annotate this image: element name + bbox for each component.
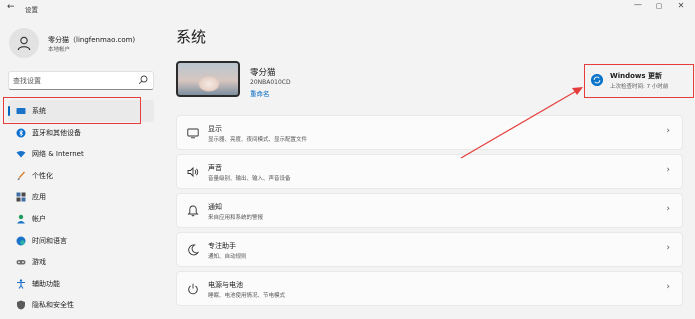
update-title: Windows 更新 <box>610 72 662 80</box>
sidebar-item-network[interactable]: 网络 & Internet <box>8 143 154 165</box>
setting-description: 来自应用和系统的警报 <box>208 215 264 221</box>
chevron-right-icon: › <box>666 165 670 175</box>
settings-list: 显示 显示器、亮度、夜间模式、显示配置文件 › 声音 音量级别、输出、输入、声音… <box>176 115 683 310</box>
rename-link[interactable]: 重命名 <box>250 88 270 98</box>
sidebar-item-label: 应用 <box>32 193 46 202</box>
sidebar-item-label: 蓝牙和其他设备 <box>32 128 81 137</box>
bluetooth-icon <box>16 128 26 138</box>
sidebar-item-label: 辅助功能 <box>32 279 60 288</box>
setting-display[interactable]: 显示 显示器、亮度、夜间模式、显示配置文件 › <box>176 115 683 150</box>
sidebar-item-privacy[interactable]: 隐私和安全性 <box>8 294 154 316</box>
windows-update-card[interactable]: Windows 更新 上次检查时间: 7 小时前 <box>584 64 694 98</box>
user-profile[interactable]: 零分猫（lingfenmao.com) 本地帐户 <box>9 28 159 62</box>
setting-title: 专注助手 <box>208 242 236 250</box>
chevron-right-icon: › <box>666 126 670 136</box>
maximize-button[interactable]: ▢ <box>652 2 666 10</box>
accessibility-icon <box>17 279 25 289</box>
network-icon <box>16 151 26 158</box>
sync-icon <box>591 74 603 86</box>
sidebar-item-gaming[interactable]: 游戏 <box>8 251 154 273</box>
setting-focus-assist[interactable]: 专注助手 通知、自动规则 › <box>176 232 683 267</box>
sidebar-item-apps[interactable]: 应用 <box>8 186 154 208</box>
bell-icon <box>187 205 199 217</box>
setting-title: 显示 <box>208 125 222 133</box>
setting-sound[interactable]: 声音 音量级别、输出、输入、声音设备 › <box>176 154 683 189</box>
brush-icon <box>17 171 26 180</box>
sidebar-nav: 系统 蓝牙和其他设备 网络 & Internet 个性化 应用 帐户 时间和语言… <box>8 100 158 316</box>
shield-icon <box>17 300 25 310</box>
sidebar-item-time-language[interactable]: 时间和语言 <box>8 230 154 252</box>
search-icon[interactable] <box>137 74 149 86</box>
search-input[interactable]: 查找设置 <box>8 71 154 90</box>
person-avatar-icon <box>17 36 31 51</box>
device-name: 零分猫 <box>250 68 276 78</box>
chevron-right-icon: › <box>666 282 670 292</box>
moon-icon <box>188 244 199 256</box>
close-button[interactable]: ✕ <box>674 1 688 10</box>
sidebar-item-accessibility[interactable]: 辅助功能 <box>8 273 154 295</box>
setting-title: 通知 <box>208 203 222 211</box>
sidebar-item-personalization[interactable]: 个性化 <box>8 165 154 187</box>
setting-power-battery[interactable]: 电源与电池 睡眠、电池使用情况、节电模式 › <box>176 271 683 306</box>
avatar[interactable] <box>9 28 39 58</box>
sidebar-item-bluetooth[interactable]: 蓝牙和其他设备 <box>8 122 154 144</box>
apps-icon <box>16 192 26 202</box>
power-icon <box>188 283 198 295</box>
sidebar-item-label: 时间和语言 <box>32 236 67 245</box>
minimize-button[interactable]: — <box>631 0 645 9</box>
back-arrow-icon[interactable]: ← <box>7 2 15 12</box>
setting-description: 睡眠、电池使用情况、节电模式 <box>208 293 286 299</box>
display-icon <box>187 128 199 139</box>
sidebar-item-label: 隐私和安全性 <box>32 301 74 310</box>
chevron-right-icon: › <box>666 204 670 214</box>
globe-clock-icon <box>16 236 26 246</box>
setting-description: 通知、自动规则 <box>208 254 247 260</box>
profile-account-type: 本地帐户 <box>48 47 71 53</box>
device-wallpaper <box>178 63 238 95</box>
sidebar-item-accounts[interactable]: 帐户 <box>8 208 154 230</box>
setting-notifications[interactable]: 通知 来自应用和系统的警报 › <box>176 193 683 228</box>
search-placeholder: 查找设置 <box>13 77 41 85</box>
chevron-right-icon: › <box>666 243 670 253</box>
person-icon <box>17 214 25 224</box>
app-title: 设置 <box>25 6 38 14</box>
setting-title: 电源与电池 <box>208 281 243 289</box>
title-bar: ← 设置 — ▢ ✕ <box>0 0 695 18</box>
update-subtitle: 上次检查时间: 7 小时前 <box>610 84 669 90</box>
sidebar-item-label: 帐户 <box>32 214 46 223</box>
speaker-icon <box>187 166 199 178</box>
sidebar-item-label: 游戏 <box>32 258 46 267</box>
page-title: 系统 <box>176 28 207 46</box>
profile-name: 零分猫（lingfenmao.com) <box>48 36 136 44</box>
sidebar-item-label: 网络 & Internet <box>32 150 84 159</box>
setting-description: 音量级别、输出、输入、声音设备 <box>208 176 291 182</box>
setting-description: 显示器、亮度、夜间模式、显示配置文件 <box>208 137 308 143</box>
gamepad-icon <box>16 260 26 265</box>
device-model: 20NBA010CD <box>250 79 291 86</box>
system-highlight-box <box>3 97 141 124</box>
sidebar-item-label: 个性化 <box>32 171 53 180</box>
setting-title: 声音 <box>208 164 222 172</box>
device-thumbnail <box>176 61 240 97</box>
